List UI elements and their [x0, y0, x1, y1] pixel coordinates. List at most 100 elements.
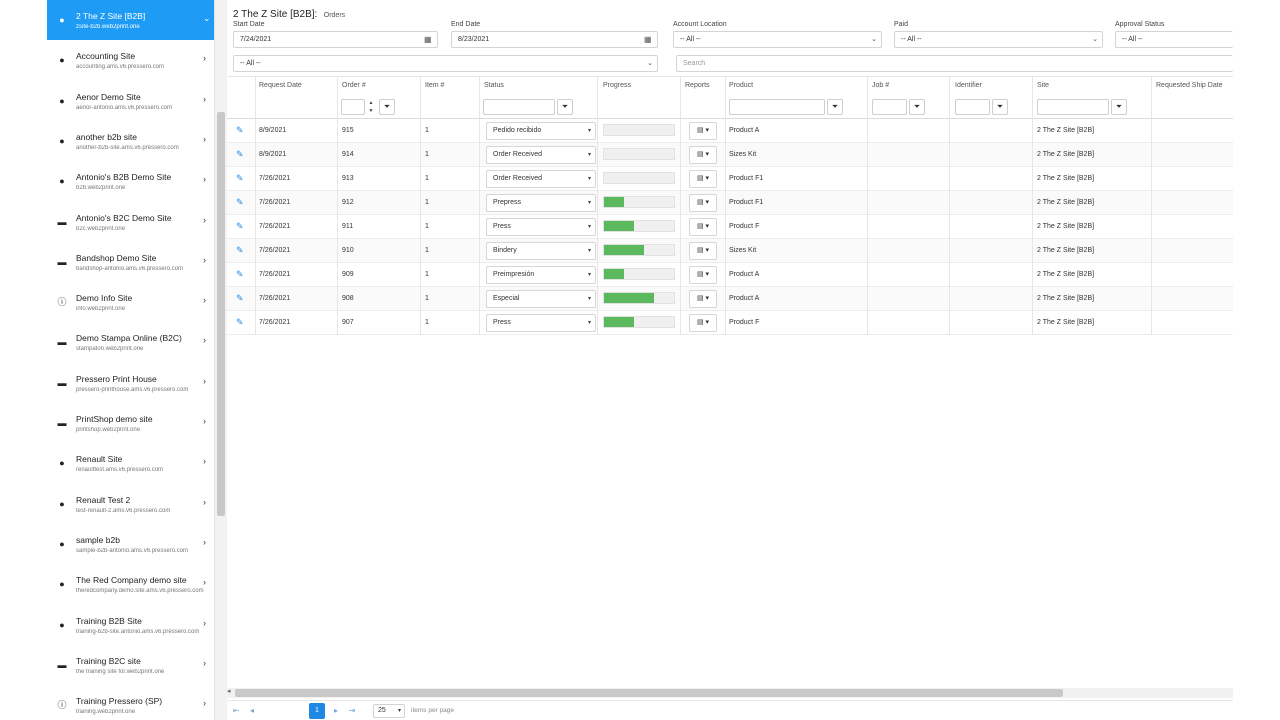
reports-dropdown-button[interactable]: ▤ ▾ — [689, 266, 717, 284]
table-row[interactable]: ✎ 8/9/2021 915 1 Pedido recibido ▾ ▤ ▾ Product … — [227, 119, 1233, 143]
site-filter-input[interactable] — [1037, 99, 1109, 115]
chevron-right-icon[interactable]: › — [203, 94, 206, 104]
identifier-filter-input[interactable] — [955, 99, 990, 115]
status-select[interactable]: Order Received ▾ — [486, 170, 596, 188]
reports-dropdown-button[interactable]: ▤ ▾ — [689, 146, 717, 164]
sidebar-site-item[interactable]: ● another b2b site another-b2b-site.ams.v6… — [47, 121, 214, 161]
chevron-right-icon[interactable]: › — [203, 53, 206, 63]
table-row[interactable]: ✎ 7/26/2021 913 1 Order Received ▾ ▤ ▾ Product … — [227, 167, 1233, 191]
status-select[interactable]: Prepress ▾ — [486, 194, 596, 212]
table-row[interactable]: ✎ 7/26/2021 911 1 Press ▾ ▤ ▾ Product F 2 The Z … — [227, 215, 1233, 239]
prev-page-icon[interactable]: ◂ — [245, 704, 259, 718]
sidebar-site-item[interactable]: ● sample b2b sample-b2b-antonio.ams.v6.pre… — [47, 524, 214, 564]
order-filter-input[interactable] — [341, 99, 365, 115]
job-filter-input[interactable] — [872, 99, 907, 115]
status-select[interactable]: Especial ▾ — [486, 290, 596, 308]
col-product[interactable]: Product — [729, 82, 753, 89]
chevron-right-icon[interactable]: › — [203, 698, 206, 708]
end-date-field[interactable]: 8/23/2021 ▦ — [451, 31, 658, 48]
edit-pencil-icon[interactable]: ✎ — [236, 317, 244, 328]
chevron-right-icon[interactable]: › — [203, 658, 206, 668]
sidebar-site-item[interactable]: ● Renault Site renaulttest.ams.v6.pressero… — [47, 443, 214, 483]
reports-dropdown-button[interactable]: ▤ ▾ — [689, 122, 717, 140]
sidebar-site-item[interactable]: ▬ PrintShop demo site printshop.web2print.… — [47, 403, 214, 443]
edit-pencil-icon[interactable]: ✎ — [236, 197, 244, 208]
identifier-filter-button[interactable]: ⏷ — [992, 99, 1008, 115]
chevron-right-icon[interactable]: › — [203, 174, 206, 184]
chevron-right-icon[interactable]: › — [203, 295, 206, 305]
chevron-right-icon[interactable]: › — [203, 416, 206, 426]
col-job[interactable]: Job # — [872, 82, 889, 89]
reports-dropdown-button[interactable]: ▤ ▾ — [689, 218, 717, 236]
chevron-right-icon[interactable]: › — [203, 255, 206, 265]
sidebar-site-item[interactable]: ▬ Training B2C site the training site for.… — [47, 645, 214, 685]
col-identifier[interactable]: Identifier — [955, 82, 982, 89]
col-item[interactable]: Item # — [425, 82, 444, 89]
sidebar-site-item[interactable]: ● 2 The Z Site [B2B] zsite-b2b.web2print.o… — [47, 0, 214, 40]
order-filter-spinner[interactable]: ▲ ▼ — [366, 99, 376, 115]
edit-pencil-icon[interactable]: ✎ — [236, 149, 244, 160]
current-page-button[interactable]: 1 — [309, 703, 325, 719]
sidebar-site-item[interactable]: ● Aenor Demo Site aenor-antonio.ams.v6.pre… — [47, 81, 214, 121]
scroll-left-arrow-icon[interactable]: ◂ — [227, 687, 231, 695]
table-row[interactable]: ✎ 7/26/2021 908 1 Especial ▾ ▤ ▾ Product A 2 The… — [227, 287, 1233, 311]
sidebar-site-item[interactable]: ● Accounting Site accounting.ams.v6.presse… — [47, 40, 214, 80]
chevron-right-icon[interactable]: › — [203, 376, 206, 386]
sidebar-site-item[interactable]: ⓘ Demo Info Site info.web2print.one › — [47, 282, 214, 322]
status-select[interactable]: Press ▾ — [486, 314, 596, 332]
table-row[interactable]: ✎ 7/26/2021 909 1 Preimpresión ▾ ▤ ▾ Product A 2… — [227, 263, 1233, 287]
next-page-icon[interactable]: ▸ — [329, 704, 343, 718]
sidebar-site-item[interactable]: ▬ Bandshop Demo Site bandshop-antonio.ams.… — [47, 242, 214, 282]
paid-select[interactable]: -- All -- ⌄ — [894, 31, 1103, 48]
sidebar-site-item[interactable]: ● Training B2B Site training-b2b-site.anto… — [47, 605, 214, 645]
chevron-right-icon[interactable]: › — [203, 215, 206, 225]
col-request-date[interactable]: Request Date — [259, 82, 302, 89]
status-select[interactable]: Order Received ▾ — [486, 146, 596, 164]
reports-dropdown-button[interactable]: ▤ ▾ — [689, 290, 717, 308]
secondary-filter-select[interactable]: -- All -- ⌄ — [233, 55, 658, 72]
order-filter-button[interactable]: ⏷ — [379, 99, 395, 115]
sidebar-site-item[interactable]: ▬ Antonio's B2C Demo Site b2c.web2print.on… — [47, 202, 214, 242]
chevron-right-icon[interactable]: › — [203, 618, 206, 628]
status-select[interactable]: Bindery ▾ — [486, 242, 596, 260]
site-filter-button[interactable]: ⏷ — [1111, 99, 1127, 115]
chevron-right-icon[interactable]: › — [203, 537, 206, 547]
reports-dropdown-button[interactable]: ▤ ▾ — [689, 242, 717, 260]
search-input[interactable]: Search — [676, 55, 1233, 72]
status-select[interactable]: Press ▾ — [486, 218, 596, 236]
sidebar-site-item[interactable]: ● Renault Test 2 test-renault-2.ams.v6.pre… — [47, 484, 214, 524]
sidebar-site-item[interactable]: ▬ Demo Stampa Online (B2C) stampaton.web2p… — [47, 322, 214, 362]
status-filter-input[interactable] — [483, 99, 555, 115]
calendar-icon[interactable]: ▦ — [424, 35, 434, 45]
reports-dropdown-button[interactable]: ▤ ▾ — [689, 194, 717, 212]
chevron-down-icon[interactable]: ⌄ — [203, 13, 211, 24]
reports-dropdown-button[interactable]: ▤ ▾ — [689, 314, 717, 332]
table-row[interactable]: ✎ 8/9/2021 914 1 Order Received ▾ ▤ ▾ Sizes Kit… — [227, 143, 1233, 167]
sidebar-site-item[interactable]: ▬ Pressero Print House pressero-printhouse… — [47, 363, 214, 403]
edit-pencil-icon[interactable]: ✎ — [236, 293, 244, 304]
table-row[interactable]: ✎ 7/26/2021 907 1 Press ▾ ▤ ▾ Product F 2 The Z … — [227, 311, 1233, 335]
last-page-icon[interactable]: ⇥ — [345, 704, 359, 718]
chevron-right-icon[interactable]: › — [203, 134, 206, 144]
grid-horizontal-scrollbar-thumb[interactable] — [235, 689, 1063, 697]
chevron-right-icon[interactable]: › — [203, 577, 206, 587]
table-row[interactable]: ✎ 7/26/2021 910 1 Bindery ▾ ▤ ▾ Sizes Kit 2 The … — [227, 239, 1233, 263]
page-size-select[interactable]: 25 ▾ — [373, 704, 405, 718]
job-filter-button[interactable]: ⏷ — [909, 99, 925, 115]
col-progress[interactable]: Progress — [603, 82, 631, 89]
sidebar-scrollbar-thumb[interactable] — [217, 112, 225, 516]
first-page-icon[interactable]: ⇤ — [229, 704, 243, 718]
col-reports[interactable]: Reports — [685, 82, 710, 89]
edit-pencil-icon[interactable]: ✎ — [236, 245, 244, 256]
sidebar-site-item[interactable]: ● Antonio's B2B Demo Site b2b.web2print.on… — [47, 161, 214, 201]
edit-pencil-icon[interactable]: ✎ — [236, 221, 244, 232]
col-site[interactable]: Site — [1037, 82, 1049, 89]
product-filter-button[interactable]: ⏷ — [827, 99, 843, 115]
status-select[interactable]: Pedido recibido ▾ — [486, 122, 596, 140]
col-requested-ship-date[interactable]: Requested Ship Date — [1156, 82, 1223, 89]
status-filter-button[interactable]: ⏷ — [557, 99, 573, 115]
sidebar-site-item[interactable]: ● The Red Company demo site theredcompany.… — [47, 564, 214, 604]
chevron-right-icon[interactable]: › — [203, 497, 206, 507]
edit-pencil-icon[interactable]: ✎ — [236, 125, 244, 136]
sidebar-site-item[interactable]: ⓘ Training Pressero (SP) training.web2prin… — [47, 685, 214, 720]
